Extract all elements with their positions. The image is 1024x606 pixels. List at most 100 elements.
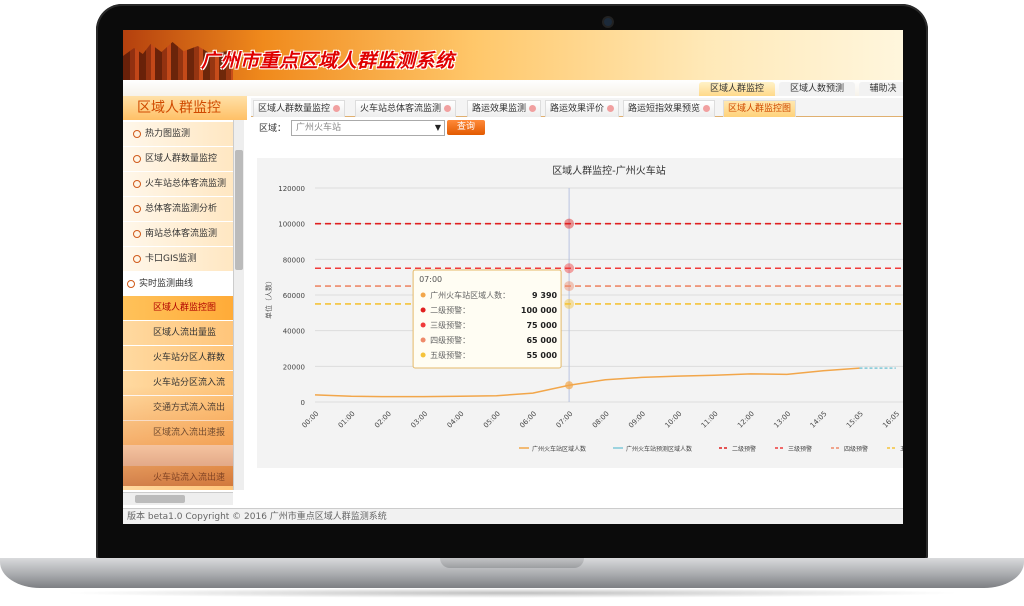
legend-label: 五 (900, 446, 903, 453)
tooltip-dot (420, 307, 426, 313)
x-tick-label: 10:00 (663, 410, 683, 430)
y-tick-label: 40000 (283, 328, 305, 336)
tab-crowd-count[interactable]: 区域人群数量监控 (253, 100, 346, 117)
tab-effect-eval[interactable]: 路运效果评价 (545, 100, 620, 117)
tooltip-value: 75 000 (526, 321, 557, 330)
legend-label: 广州火车站预测区域人数 (626, 445, 692, 453)
area-select-value: 广州火车站 (296, 123, 342, 133)
collapse-icon (127, 279, 135, 288)
tooltip-label: 三级预警： (430, 320, 470, 330)
tooltip-dot (420, 322, 426, 328)
tooltip-value: 100 000 (521, 306, 558, 315)
bullet-icon (133, 129, 141, 138)
y-tick-label: 60000 (283, 292, 305, 300)
y-axis-label: 单位（人数） (264, 277, 273, 319)
sidebar-subitem-station-speed[interactable]: 火车站流入流出速 (123, 466, 233, 490)
topnav-tab-monitor[interactable]: 区域人群监控 (699, 82, 775, 96)
chart-area: 区域人群监控-广州火车站 单位（人数） 120000 100000 80000 60000… (257, 158, 903, 468)
laptop-shadow (60, 588, 964, 598)
tab-effect-preview[interactable]: 路运短指效果预览 (623, 100, 716, 117)
tab-effect-monitor[interactable]: 路运效果监测 (467, 100, 542, 117)
tooltip-value: 65 000 (526, 336, 557, 345)
close-icon[interactable] (703, 105, 711, 112)
y-tick-label: 20000 (283, 363, 305, 371)
tooltip-dot (420, 352, 426, 358)
tab-label: 路运短指效果预览 (628, 104, 701, 114)
bullet-icon (133, 229, 141, 238)
caret-down-icon: ▼ (434, 123, 441, 132)
close-icon[interactable] (529, 105, 537, 112)
sidebar-subitem-transport[interactable]: 交通方式流入流出 (123, 396, 233, 420)
app-title: 广州市重点区域人群监测系统 (201, 50, 455, 72)
bullet-icon (133, 254, 141, 263)
tooltip-value: 9 390 (532, 291, 557, 300)
sidebar-item-label: 区域人群数量监控 (145, 154, 218, 164)
sidebar-item-realtime-curve[interactable]: 实时监测曲线 (123, 272, 233, 296)
sidebar-item-label: 火车站总体客流监测 (145, 179, 227, 189)
area-select[interactable]: 广州火车站 ▼ (291, 120, 445, 136)
sidebar-item-gis[interactable]: 卡口GIS监测 (123, 247, 233, 271)
sidebar-item-label: 区域人群监控图 (153, 303, 217, 313)
sidebar-item-heatmap[interactable]: 热力图监测 (123, 122, 233, 146)
tab-label: 火车站总体客流监测 (360, 104, 442, 114)
sidebar: 区域人群监控 热力图监测 区域人群数量监控 火车站总体客流监测 总体客流监测分析… (123, 96, 247, 508)
sidebar-scrollbar[interactable] (233, 120, 244, 490)
sidebar-hscrollbar[interactable] (123, 492, 233, 505)
bullet-icon (133, 204, 141, 213)
close-icon[interactable] (444, 105, 452, 112)
sidebar-subitem-zone-count[interactable]: 火车站分区人群数 (123, 346, 233, 370)
sidebar-item-crowd-count[interactable]: 区域人群数量监控 (123, 147, 233, 171)
x-tick-label: 13:00 (772, 410, 792, 430)
threshold-marker (564, 281, 575, 292)
x-tick-label: 15:05 (845, 410, 865, 430)
tab-label: 区域人群数量监控 (258, 104, 331, 114)
tooltip-dot (420, 292, 426, 298)
sidebar-subitem-inout[interactable]: 区域人流出量监 (123, 321, 233, 345)
tab-label: 路运效果评价 (550, 104, 605, 114)
topnav-tab-decision[interactable]: 辅助决 (859, 82, 903, 96)
sidebar-item-flow-analysis[interactable]: 总体客流监测分析 (123, 197, 233, 221)
x-tick-label: 11:00 (700, 410, 720, 430)
sidebar-item-label: 南站总体客流监测 (145, 229, 218, 239)
tab-crowd-chart[interactable]: 区域人群监控图 (723, 100, 797, 117)
y-tick-label: 80000 (283, 256, 305, 264)
legend-label: 二级预警 (732, 445, 756, 453)
legend-label: 广州火车站区域人数 (532, 445, 586, 453)
x-tick-label: 00:00 (300, 410, 320, 430)
camera-icon (604, 18, 612, 26)
tooltip-label: 广州火车站区域人数： (430, 290, 510, 300)
close-icon[interactable] (607, 105, 615, 112)
sidebar-item-south-station[interactable]: 南站总体客流监测 (123, 222, 233, 246)
sidebar-subitem-zone-flow[interactable]: 火车站分区流入流 (123, 371, 233, 395)
tooltip-label: 二级预警： (430, 305, 470, 315)
tooltip-value: 55 000 (526, 351, 557, 360)
sidebar-subitem-crowd-chart[interactable]: 区域人群监控图 (123, 296, 233, 320)
tooltip-dot (420, 337, 426, 343)
x-tick-label: 05:00 (482, 410, 502, 430)
bullet-icon (133, 179, 141, 188)
y-tick-label: 100000 (278, 221, 305, 229)
query-button[interactable]: 查询 (447, 120, 485, 135)
laptop-notch (440, 558, 584, 568)
scrollbar-thumb[interactable] (135, 495, 185, 503)
sidebar-item-label: 实时监测曲线 (139, 279, 194, 289)
sidebar-subitem-speed-report[interactable]: 区域流入流出速报 (123, 421, 233, 445)
topnav-tab-forecast[interactable]: 区域人数预测 (779, 82, 855, 96)
sidebar-item-label: 火车站分区人群数 (153, 353, 226, 363)
footer: 版本 beta1.0 Copyright © 2016 广州市重点区域人群监测系… (123, 508, 903, 524)
x-tick-label: 06:00 (518, 410, 538, 430)
sidebar-item-label: 火车站流入流出速 (153, 473, 226, 483)
sidebar-item-station-flow[interactable]: 火车站总体客流监测 (123, 172, 233, 196)
line-chart[interactable]: 区域人群监控-广州火车站单位（人数） 120000 100000 80000 60000… (257, 158, 903, 468)
sidebar-title: 区域人群监控 (123, 96, 247, 120)
close-icon[interactable] (333, 105, 341, 112)
sidebar-item-label: 总体客流监测分析 (145, 204, 218, 214)
tab-station-flow[interactable]: 火车站总体客流监测 (355, 100, 457, 117)
scrollbar-thumb[interactable] (235, 150, 243, 270)
sidebar-item-label: 火车站分区流入流 (153, 378, 226, 388)
chart-title: 区域人群监控-广州火车站 (552, 164, 666, 177)
data-point (565, 381, 574, 390)
x-tick-label: 03:00 (409, 410, 429, 430)
sidebar-item-label: 卡口GIS监测 (145, 254, 197, 264)
bullet-icon (133, 154, 141, 163)
